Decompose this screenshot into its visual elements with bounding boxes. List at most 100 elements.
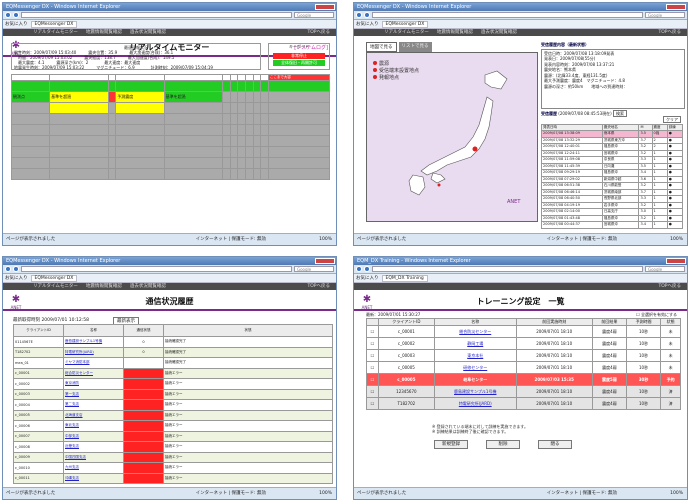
grid-cell[interactable] <box>222 102 231 114</box>
menu-quake-info[interactable]: 地震情報閲覧確認 <box>86 283 122 290</box>
grid-cell[interactable] <box>260 168 269 180</box>
grid-cell[interactable] <box>245 102 254 114</box>
zoom-control[interactable]: 100% <box>670 234 683 245</box>
grid-cell[interactable] <box>115 157 165 169</box>
grid-cell[interactable] <box>115 113 165 125</box>
client-link[interactable]: 第二支店 <box>63 399 124 411</box>
tab-eqmessenger[interactable]: EQMessenger DX <box>30 274 78 282</box>
grid-cell[interactable] <box>222 157 231 169</box>
grid-cell[interactable] <box>49 157 109 169</box>
grid-cell[interactable] <box>252 146 262 158</box>
grid-cell[interactable] <box>260 135 269 147</box>
client-link[interactable]: 東京消防 <box>63 378 124 390</box>
grid-cell[interactable] <box>10 157 51 169</box>
client-link[interactable]: 特電研究所(JARD) <box>433 397 517 410</box>
window-controls[interactable] <box>315 258 335 264</box>
grid-cell[interactable] <box>267 168 331 180</box>
grid-cell[interactable]: 予測震度 <box>115 91 165 103</box>
top-link[interactable]: TOPへ戻る <box>307 29 330 36</box>
forward-icon[interactable] <box>364 12 370 18</box>
back-icon[interactable] <box>356 12 362 18</box>
url-input[interactable] <box>21 12 292 18</box>
row-checkbox[interactable]: ☐ <box>366 325 379 338</box>
grid-cell[interactable] <box>245 113 254 125</box>
back-icon[interactable] <box>5 266 11 272</box>
grid-cell[interactable] <box>237 168 246 180</box>
grid-cell[interactable] <box>222 124 231 136</box>
grid-cell[interactable] <box>107 157 117 169</box>
row-checkbox[interactable]: ☐ <box>366 361 379 374</box>
top-link[interactable]: TOPへ戻る <box>307 283 330 290</box>
grid-cell[interactable] <box>267 135 331 147</box>
grid-cell[interactable] <box>237 146 246 158</box>
client-link[interactable]: 第一支店 <box>63 388 124 400</box>
grid-cell[interactable] <box>222 135 231 147</box>
favorites-button[interactable]: お気に入り <box>5 275 28 281</box>
url-input[interactable] <box>21 266 292 272</box>
grid-cell[interactable] <box>237 113 246 125</box>
menu-quake-info[interactable]: 地震情報閲覧確認 <box>437 29 473 36</box>
forward-icon[interactable] <box>13 12 19 18</box>
client-link[interactable]: 東京本社 <box>433 349 517 362</box>
checkbox-icon[interactable]: ☐ <box>636 312 640 317</box>
grid-cell[interactable] <box>107 146 117 158</box>
tab-eqmessenger[interactable]: EQMessenger DX <box>381 20 429 28</box>
back-icon[interactable] <box>5 12 11 18</box>
forward-icon[interactable] <box>364 266 370 272</box>
client-link[interactable]: ミヤマ消防本部 <box>63 357 124 369</box>
grid-cell[interactable] <box>49 168 109 180</box>
grid-cell[interactable] <box>245 91 254 103</box>
back-icon[interactable] <box>356 266 362 272</box>
url-input[interactable] <box>372 266 643 272</box>
grid-cell[interactable]: 基準を超過 <box>49 91 109 103</box>
client-link[interactable]: 中国四国支店 <box>63 451 124 463</box>
row-checkbox[interactable]: ☐ <box>366 337 379 350</box>
grid-cell[interactable] <box>163 135 224 147</box>
client-link[interactable]: 近畿支店 <box>63 441 124 453</box>
grid-cell[interactable] <box>107 135 117 147</box>
grid-cell[interactable] <box>267 102 331 114</box>
window-controls[interactable] <box>666 258 686 264</box>
new-button[interactable]: 新規登録 <box>434 440 468 449</box>
grid-cell[interactable] <box>115 135 165 147</box>
emergency-stop-button[interactable]: 非常停止 <box>273 53 325 59</box>
top-link[interactable]: TOPへ戻る <box>658 283 681 290</box>
japan-map[interactable]: 震源 受信端末設置地点 発報地点 ANET <box>366 52 538 222</box>
grid-cell[interactable] <box>252 102 262 114</box>
grid-cell[interactable] <box>10 113 51 125</box>
grid-cell[interactable] <box>107 168 117 180</box>
client-link[interactable]: 鹿島建設サンプル1号機 <box>63 336 124 348</box>
client-link[interactable]: 北海道支店 <box>63 409 124 421</box>
restore-button[interactable]: 全体復旧・再開許可 <box>273 60 325 66</box>
grid-cell[interactable] <box>260 146 269 158</box>
clear-button[interactable]: クリア <box>663 116 681 123</box>
top-link[interactable]: TOPへ戻る <box>658 29 681 36</box>
favorites-button[interactable]: お気に入り <box>5 21 28 27</box>
grid-cell[interactable] <box>49 113 109 125</box>
grid-cell[interactable] <box>163 168 224 180</box>
grid-cell[interactable] <box>222 168 231 180</box>
grid-cell[interactable] <box>115 146 165 158</box>
grid-cell[interactable] <box>115 124 165 136</box>
zoom-control[interactable]: 100% <box>319 234 332 245</box>
grid-cell[interactable] <box>107 113 117 125</box>
client-link[interactable]: 静岡工場 <box>433 337 517 350</box>
grid-cell[interactable] <box>229 135 239 147</box>
grid-cell[interactable] <box>222 146 231 158</box>
url-input[interactable] <box>372 12 643 18</box>
grid-cell[interactable] <box>115 168 165 180</box>
grid-cell[interactable] <box>252 135 262 147</box>
grid-cell[interactable] <box>107 91 117 103</box>
grid-cell[interactable] <box>260 102 269 114</box>
delete-button[interactable]: 削除 <box>486 440 520 449</box>
grid-cell[interactable] <box>252 113 262 125</box>
forward-icon[interactable] <box>13 266 19 272</box>
epicenter-marker[interactable] <box>472 146 478 152</box>
menu-realtime[interactable]: リアルタイムモニター <box>33 29 78 36</box>
grid-cell[interactable]: 基準を超過 <box>163 91 224 103</box>
client-link[interactable]: 鹿島建設サンプル1号機 <box>433 385 517 398</box>
grid-cell[interactable] <box>222 113 231 125</box>
client-link[interactable]: 総合防災センター <box>433 325 517 338</box>
grid-cell[interactable] <box>245 157 254 169</box>
grid-cell[interactable] <box>107 124 117 136</box>
